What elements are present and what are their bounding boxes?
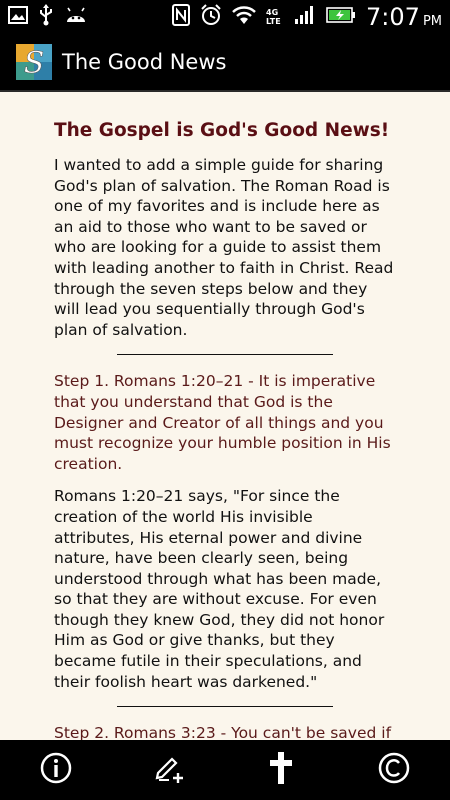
copyright-button[interactable] (374, 750, 414, 790)
app-logo-icon: S (16, 44, 52, 81)
usb-icon (38, 4, 54, 30)
app-title: The Good News (62, 50, 227, 74)
clock: 7:07 PM (366, 3, 442, 31)
notification-icons (8, 4, 88, 30)
wifi-icon (232, 5, 256, 29)
section-divider (117, 354, 333, 356)
verse-romans-1-20: Romans 1:20–21 says, "For since the crea… (54, 487, 385, 691)
info-icon (39, 751, 73, 789)
image-icon (8, 6, 28, 28)
system-icons: 4G LTE 7:07 PM (172, 3, 442, 31)
network-type: 4G LTE (266, 8, 281, 26)
bottom-toolbar (0, 740, 450, 800)
content-area[interactable]: The Gospel is God's Good News! I wanted … (0, 92, 450, 740)
signal-icon (294, 5, 316, 29)
section-divider (117, 706, 333, 708)
svg-text:S: S (24, 46, 45, 80)
copyright-icon (377, 751, 411, 789)
step-1: Step 1. Romans 1:20–21 - It is imperativ… (54, 372, 391, 473)
add-note-icon (152, 751, 186, 789)
cross-icon (267, 750, 295, 790)
add-note-button[interactable] (149, 750, 189, 790)
status-bar: 4G LTE 7:07 PM (0, 0, 450, 34)
app-bar: S The Good News (0, 34, 450, 90)
page-heading: The Gospel is God's Good News! (54, 120, 390, 141)
intro-paragraph: I wanted to add a simple guide for shari… (54, 156, 394, 339)
cross-button[interactable] (261, 750, 301, 790)
android-icon (64, 6, 88, 28)
battery-charging-icon (326, 6, 356, 28)
info-button[interactable] (36, 750, 76, 790)
nfc-icon (172, 4, 191, 30)
alarm-icon (200, 4, 222, 30)
step-2: Step 2. Romans 3:23 - You can't be saved… (54, 724, 392, 740)
